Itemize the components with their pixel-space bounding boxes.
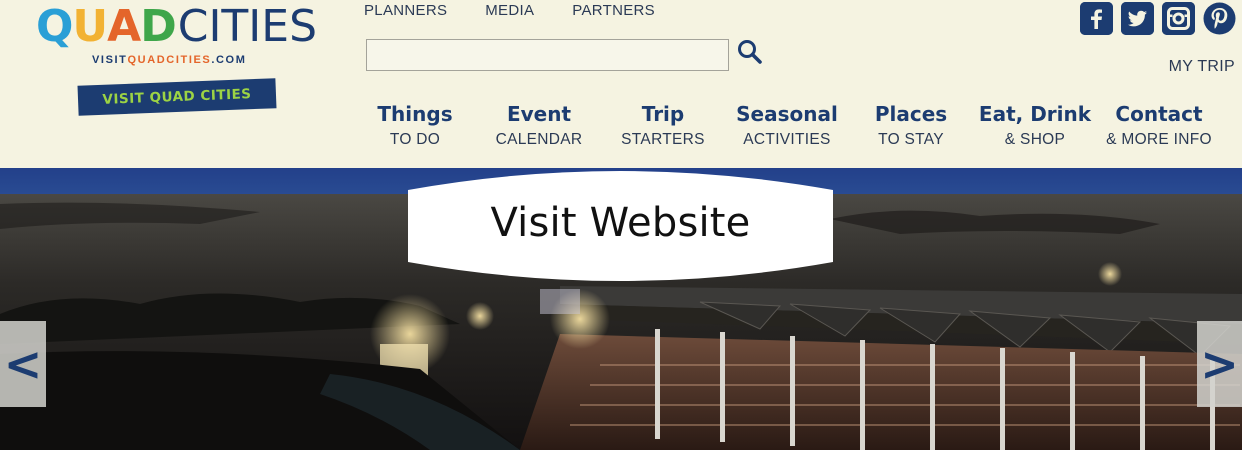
twitter-glyph	[1121, 2, 1154, 35]
visit-quad-cities-badge[interactable]: VISIT QUAD CITIES	[77, 78, 277, 116]
facebook-glyph	[1080, 2, 1113, 35]
nav-item-title: Places	[874, 102, 948, 126]
nav-item-title: Seasonal	[736, 102, 838, 126]
logo-url-suffix: .COM	[211, 54, 247, 66]
nav-eat-drink-shop[interactable]: Eat, Drink & SHOP	[979, 100, 1091, 152]
twitter-icon[interactable]	[1121, 2, 1154, 35]
previous-slide-button[interactable]: <	[0, 321, 46, 407]
nav-item-subtitle: STARTERS	[621, 131, 705, 148]
nav-item-subtitle: TO STAY	[878, 131, 944, 148]
utility-nav: PLANNERS MEDIA PARTNERS	[364, 2, 655, 19]
search-input[interactable]	[366, 39, 729, 71]
logo-cities: CITIES	[177, 1, 318, 52]
logo-letter-u: U	[72, 1, 108, 52]
visit-website-button[interactable]: Visit Website	[408, 162, 833, 290]
nav-item-title: Eat, Drink	[978, 102, 1092, 126]
instagram-icon[interactable]	[1162, 2, 1195, 35]
facebook-icon[interactable]	[1080, 2, 1113, 35]
nav-seasonal-activities[interactable]: Seasonal ACTIVITIES	[736, 100, 838, 152]
partners-link[interactable]: PARTNERS	[572, 2, 655, 19]
instagram-glyph	[1162, 2, 1195, 35]
nav-item-title: Contact	[1115, 102, 1203, 126]
nav-trip-starters[interactable]: Trip STARTERS	[621, 100, 705, 152]
pinterest-icon[interactable]	[1203, 2, 1236, 35]
logo-url-accent: QUADCITIES	[127, 54, 212, 66]
logo-url: VISITQUADCITIES.COM	[92, 54, 246, 66]
site-header: Q U A D CITIES VISITQUADCITIES.COM VISIT…	[0, 0, 1242, 168]
site-logo[interactable]: Q U A D CITIES VISITQUADCITIES.COM	[36, 1, 318, 84]
planners-link[interactable]: PLANNERS	[364, 2, 447, 19]
nav-contact-more-info[interactable]: Contact & MORE INFO	[1106, 100, 1212, 152]
search-icon[interactable]	[736, 38, 764, 66]
nav-places-to-stay[interactable]: Places TO STAY	[875, 100, 947, 152]
nav-item-title: Trip	[641, 102, 685, 126]
media-link[interactable]: MEDIA	[485, 2, 534, 19]
visit-website-label: Visit Website	[490, 200, 751, 246]
nav-item-title: Event	[506, 102, 572, 126]
nav-event-calendar[interactable]: Event CALENDAR	[496, 100, 583, 152]
chevron-left-icon: <	[3, 337, 43, 391]
nav-item-subtitle: & SHOP	[1004, 131, 1066, 148]
nav-item-subtitle: TO DO	[389, 131, 441, 148]
logo-url-prefix: VISIT	[92, 54, 128, 66]
logo-letter-d: D	[140, 1, 177, 52]
pinterest-glyph	[1203, 2, 1236, 35]
my-trip-link[interactable]: MY TRIP	[1169, 58, 1235, 76]
nav-things-to-do[interactable]: Things TO DO	[377, 100, 452, 152]
nav-item-title: Things	[377, 102, 453, 126]
chevron-right-icon: >	[1200, 337, 1239, 391]
nav-item-subtitle: & MORE INFO	[1106, 131, 1212, 148]
logo-letter-q: Q	[36, 1, 73, 52]
logo-wordmark: Q U A D CITIES	[36, 1, 318, 52]
social-links	[1080, 2, 1236, 35]
main-nav: Things TO DO Event CALENDAR Trip STARTER…	[358, 100, 1242, 160]
nav-item-subtitle: CALENDAR	[495, 131, 583, 148]
logo-letter-a: A	[107, 1, 141, 52]
next-slide-button[interactable]: >	[1197, 321, 1242, 407]
nav-item-subtitle: ACTIVITIES	[743, 131, 831, 148]
